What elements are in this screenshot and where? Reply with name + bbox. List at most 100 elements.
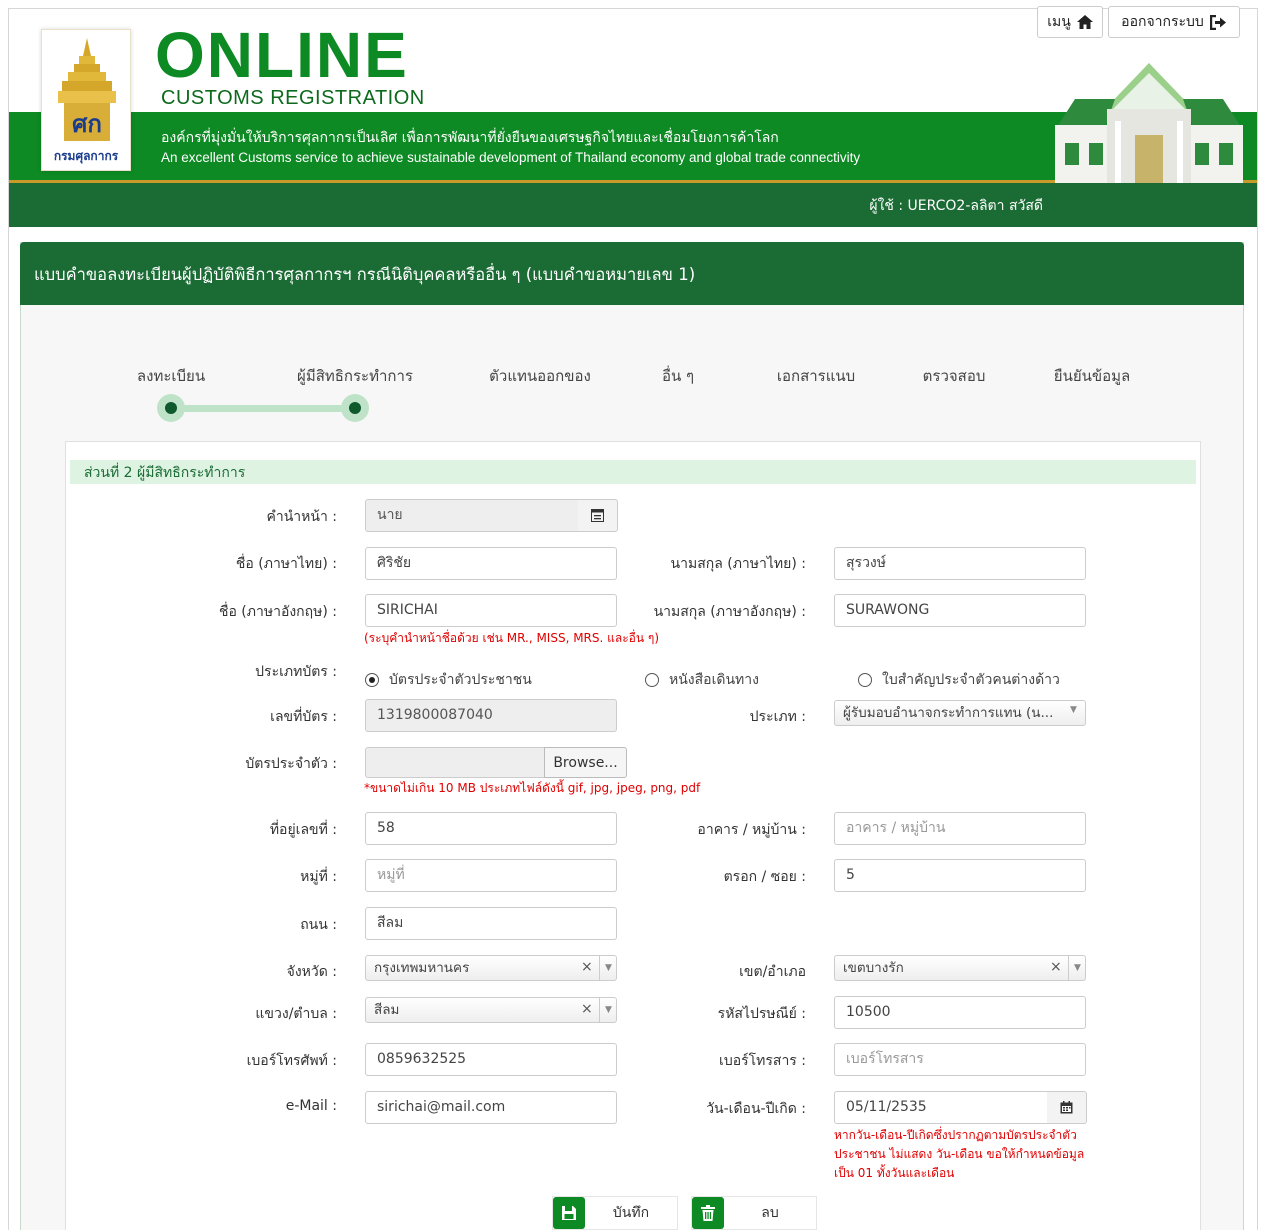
step-confirm[interactable]: ยืนยันข้อมูล (1054, 364, 1130, 388)
file-size-hint: *ขนาดไม่เกิน 10 MB ประเภทไฟล์ดังนี้ gif,… (364, 781, 701, 795)
address-no-input[interactable]: 58 (365, 812, 617, 845)
logo-text: กรมศุลกากร (53, 149, 119, 163)
fax-label: เบอร์โทรสาร : (719, 1053, 806, 1069)
logout-button[interactable]: ออกจากระบบ (1108, 6, 1240, 38)
province-select[interactable]: กรุงเทพมหานคร (365, 955, 617, 981)
step-dot-authorized-person (341, 394, 369, 422)
subdistrict-label: แขวง/ตำบล : (255, 1006, 337, 1022)
category-label: ประเภท : (749, 709, 806, 725)
email-input[interactable]: sirichai@mail.com (365, 1091, 617, 1124)
district-label: เขต/อำเภอ (739, 964, 806, 980)
card-type-passport-radio[interactable]: หนังสือเดินทาง (645, 669, 759, 691)
category-value: ผู้รับมอบอำนาจกระทำการแทน (น... (843, 705, 1054, 721)
district-clear-icon[interactable]: × (1050, 959, 1062, 975)
last-name-en-input[interactable]: SURAWONG (834, 594, 1086, 627)
radio-checked-icon (365, 673, 379, 687)
sign-out-icon (1209, 14, 1226, 30)
list-icon (591, 509, 604, 522)
moo-label: หมู่ที่ : (300, 869, 337, 885)
menu-button[interactable]: เมนู (1037, 6, 1103, 38)
province-value: กรุงเทพมหานคร (374, 960, 470, 976)
first-name-en-input[interactable]: SIRICHAI (365, 594, 617, 627)
first-name-th-input[interactable]: ศิริชัย (365, 547, 617, 580)
browse-button[interactable]: Browse... (544, 747, 627, 778)
step-attachments[interactable]: เอกสารแนบ (777, 364, 855, 388)
birthdate-hint-line-3: เป็น 01 ทั้งวันและเดือน (834, 1166, 955, 1180)
card-type-option-label: ใบสำคัญประจำตัวคนต่างด้าว (882, 672, 1060, 688)
home-icon (1076, 15, 1093, 29)
district-select[interactable]: เขตบางรัก (834, 955, 1086, 981)
building-label: อาคาร / หมู่บ้าน : (697, 822, 806, 838)
card-type-option-label: บัตรประจำตัวประชาชน (389, 672, 532, 688)
delete-icon-box (692, 1197, 724, 1229)
birthdate-input[interactable]: 05/11/2535 (834, 1091, 1048, 1124)
birthdate-picker-button[interactable] (1047, 1091, 1087, 1124)
prefix-picker-button[interactable] (578, 499, 618, 532)
slogan-thai: องค์กรที่มุ่งมั่นให้บริการศุลกากรเป็นเลิ… (161, 130, 779, 146)
fax-input[interactable]: เบอร์โทรสาร (834, 1043, 1086, 1076)
calendar-icon (1060, 1101, 1073, 1114)
building-input[interactable]: อาคาร / หมู่บ้าน (834, 812, 1086, 845)
step-review[interactable]: ตรวจสอบ (923, 364, 986, 388)
prefix-field[interactable]: นาย (365, 499, 579, 532)
subdistrict-value: สีลม (374, 1002, 400, 1018)
birthdate-label: วัน-เดือน-ปีเกิด : (706, 1101, 806, 1117)
postcode-label: รหัสไปรษณีย์ : (717, 1006, 806, 1022)
section-title: ส่วนที่ 2 ผู้มีสิทธิกระทำการ (84, 465, 246, 481)
province-clear-icon[interactable]: × (581, 959, 593, 975)
step-progress-line (171, 405, 355, 412)
chevron-down-icon[interactable]: ▼ (599, 997, 617, 1023)
section-header: ส่วนที่ 2 ผู้มีสิทธิกระทำการ (70, 460, 1196, 484)
card-number-label: เลขที่บัตร : (270, 709, 337, 725)
step-dot-register (157, 394, 185, 422)
user-label: ผู้ใช้ : UERCO2-ลลิตา สวัสดี (869, 198, 1043, 214)
card-type-alien-radio[interactable]: ใบสำคัญประจำตัวคนต่างด้าว (858, 669, 1060, 691)
save-label: บันทึก (612, 1205, 650, 1221)
prefix-label: คำนำหน้า : (266, 509, 338, 525)
chevron-down-icon: ▼ (1070, 705, 1077, 715)
birthdate-hint-line-1: หากวัน-เดือน-ปีเกิดซึ่งปรากฏตามบัตรประจำ… (834, 1128, 1077, 1142)
save-icon-box (553, 1197, 585, 1229)
save-button[interactable]: บันทึก (552, 1196, 678, 1230)
chevron-down-icon[interactable]: ▼ (599, 955, 617, 981)
soi-input[interactable]: 5 (834, 859, 1086, 892)
soi-label: ตรอก / ซอย : (723, 869, 806, 885)
address-no-label: ที่อยู่เลขที่ : (269, 822, 337, 838)
category-select[interactable]: ผู้รับมอบอำนาจกระทำการแทน (น... (834, 700, 1086, 726)
user-bar: ผู้ใช้ : UERCO2-ลลิตา สวัสดี (9, 183, 1257, 227)
first-name-en-label: ชื่อ (ภาษาอังกฤษ) : (218, 604, 337, 620)
district-value: เขตบางรัก (843, 960, 904, 976)
step-customs-broker[interactable]: ตัวแทนออกของ (489, 364, 591, 388)
card-type-option-label: หนังสือเดินทาง (669, 672, 759, 688)
step-others[interactable]: อื่น ๆ (662, 364, 694, 388)
brand-subtitle: CUSTOMS REGISTRATION (161, 87, 425, 109)
subdistrict-select[interactable]: สีลม (365, 997, 617, 1023)
registration-panel: แบบคำขอลงทะเบียนผู้ปฏิบัติพิธีการศุลกากร… (20, 242, 1244, 1230)
customs-building-icon (1055, 63, 1243, 183)
subdistrict-clear-icon[interactable]: × (581, 1001, 593, 1017)
card-type-id-card-radio[interactable]: บัตรประจำตัวประชาชน (365, 669, 532, 691)
radio-unchecked-icon (645, 673, 659, 687)
delete-button[interactable]: ลบ (691, 1196, 817, 1230)
road-input[interactable]: สีลม (365, 907, 617, 940)
floppy-disk-icon (562, 1206, 576, 1220)
panel-title: แบบคำขอลงทะเบียนผู้ปฏิบัติพิธีการศุลกากร… (34, 265, 696, 284)
radio-unchecked-icon (858, 673, 872, 687)
brand-title: ONLINE (155, 19, 409, 91)
trash-icon (701, 1205, 715, 1221)
card-number-field[interactable]: 1319800087040 (365, 699, 617, 732)
first-name-en-hint: (ระบุคำนำหน้าชื่อด้วย เช่น MR., MISS, MR… (364, 631, 660, 645)
last-name-en-label: นามสกุล (ภาษาอังกฤษ) : (653, 604, 806, 620)
chevron-down-icon[interactable]: ▼ (1068, 955, 1086, 981)
menu-label: เมนู (1047, 14, 1071, 30)
id-card-file-path[interactable] (365, 747, 545, 778)
phone-input[interactable]: 0859632525 (365, 1043, 617, 1076)
panel-header: แบบคำขอลงทะเบียนผู้ปฏิบัติพิธีการศุลกากร… (20, 242, 1244, 305)
moo-input[interactable]: หมู่ที่ (365, 859, 617, 892)
step-authorized-person[interactable]: ผู้มีสิทธิกระทำการ (297, 364, 413, 388)
last-name-th-input[interactable]: สุรวงษ์ (834, 547, 1086, 580)
road-label: ถนน : (300, 917, 337, 933)
step-register[interactable]: ลงทะเบียน (137, 364, 205, 388)
id-card-file-label: บัตรประจำตัว : (245, 756, 337, 772)
postcode-input[interactable]: 10500 (834, 996, 1086, 1029)
